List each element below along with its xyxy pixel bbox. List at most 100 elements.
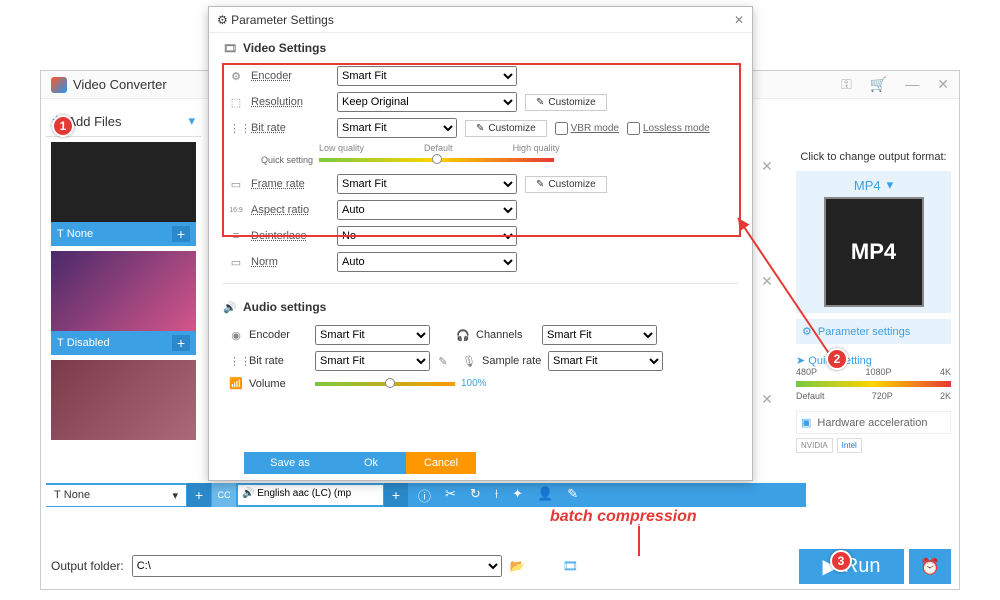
rotate-icon[interactable]: ↻ [470,486,481,505]
volume-label: Volume [249,378,309,390]
intel-badge: Intel [837,438,862,453]
volume-value: 100% [461,378,487,389]
right-panel: Click to change output format: MP4 ▾ MP4 … [796,151,951,453]
close-icon[interactable]: ✕ [937,76,949,93]
deinterlace-select[interactable]: No [337,226,517,246]
subtitle-select-2[interactable]: T Disabled+ [51,331,196,355]
cart-icon[interactable]: 🛒 [870,76,887,93]
bottom-toolbar: T None▾ + CC 🔊 English aac (LC) (mp + ⓘ … [46,483,806,507]
gear-icon: ⚙ [229,70,243,83]
key-icon[interactable]: ⚿ [841,76,852,93]
speaker-icon: 🔊 [223,301,237,314]
chip-icon: ▣ [801,416,811,429]
batch-compression-label: batch compression [550,508,697,526]
output-format-box[interactable]: MP4 ▾ MP4 [796,171,951,313]
samplerate-select[interactable]: Smart Fit [548,351,663,371]
framerate-label: Frame rate [251,178,329,190]
cancel-button[interactable]: Cancel [406,452,476,474]
quality-slider[interactable] [319,158,554,162]
format-label: MP4 [854,178,881,193]
lossless-checkbox[interactable]: Lossless mode [627,122,710,135]
remove-item-2[interactable]: ✕ [757,271,777,291]
open-folder-icon[interactable]: 📂 [510,559,525,573]
callout-2: 2 [826,348,848,370]
settings-icon: ⚙ [217,13,228,27]
callout-3: 3 [830,550,852,572]
chevron-down-icon[interactable]: ▾ [887,177,894,193]
hardware-accel-button[interactable]: ▣ Hardware acceleration [796,411,951,434]
ok-button[interactable]: Ok [336,452,406,474]
encoder-label: Encoder [251,70,329,82]
minimize-icon[interactable]: — [905,76,919,93]
norm-label: Norm [251,256,329,268]
encoder-select[interactable]: Smart Fit [337,66,517,86]
resolution-select[interactable]: Keep Original [337,92,517,112]
cut-icon[interactable]: ✂ [445,486,456,505]
channels-select[interactable]: Smart Fit [542,325,657,345]
aspect-select[interactable]: Auto [337,200,517,220]
audio-encoder-icon: ◉ [229,329,243,342]
parameter-settings-dialog: ⚙ Parameter Settings✕ 🎞Video Settings ⚙E… [208,6,753,481]
bitrate-icon: ⋮⋮ [229,122,243,135]
subtitle-select-1[interactable]: T None+ [51,222,196,246]
a-encoder-label: Encoder [249,329,309,341]
film-icon: 🎞 [223,42,237,55]
audio-track-select[interactable]: 🔊 English aac (LC) (mp [238,485,383,505]
aspect-label: Aspect ratio [251,204,329,216]
schedule-button[interactable]: ⏰ [909,549,951,584]
bitrate-select[interactable]: Smart Fit [337,118,457,138]
dialog-close-icon[interactable]: ✕ [734,13,744,27]
bitrate-customize-button[interactable]: ✎ Customize [465,120,547,137]
add-audio-btn[interactable]: + [384,483,408,507]
output-folder-row: Output folder: C:\ 📂 🎞 [51,555,578,577]
batch-icon[interactable]: 🎞 [563,559,578,573]
chevron-down-icon[interactable]: ▾ [188,113,195,129]
pencil-icon[interactable]: ✎ [436,355,450,368]
settings-icon: ⚙ [802,325,812,338]
info-icon[interactable]: ⓘ [418,486,431,505]
samplerate-label: Sample rate [482,355,542,367]
video-thumbnail-1[interactable] [51,142,196,222]
samplerate-icon: 🎙 [462,355,476,368]
add-subtitle-1[interactable]: + [172,226,190,242]
volume-slider[interactable] [315,382,455,386]
edit-icon[interactable]: ✎ [567,486,578,505]
parameter-settings-button[interactable]: ⚙ Parameter settings [796,319,951,344]
norm-select[interactable]: Auto [337,252,517,272]
add-subtitle-2[interactable]: + [172,335,190,351]
run-button[interactable]: ▶Run [799,549,904,584]
volume-icon: 📶 [229,377,243,390]
remove-item-1[interactable]: ✕ [757,156,777,176]
vbr-checkbox[interactable]: VBR mode [555,122,619,135]
output-folder-select[interactable]: C:\ [132,555,502,577]
framerate-customize-button[interactable]: ✎ Customize [525,176,607,193]
quick-setting-slider[interactable] [796,381,951,387]
framerate-icon: ▭ [229,178,243,191]
save-as-button[interactable]: Save as [244,452,336,474]
video-thumbnail-3[interactable] [51,360,196,440]
subtitle-select-3[interactable]: T None▾ [46,485,186,506]
video-settings-header: 🎞Video Settings [209,33,752,63]
video-thumbnail-2[interactable] [51,251,196,331]
add-subtitle-btn[interactable]: + [187,483,211,507]
quick-setting-label: Quick setting [239,155,313,165]
framerate-select[interactable]: Smart Fit [337,174,517,194]
norm-icon: ▭ [229,256,243,269]
watermark-icon[interactable]: 👤 [537,486,553,505]
deinterlace-icon: ≡ [229,230,243,242]
crop-icon[interactable]: ⟊ [495,486,498,505]
cc-button[interactable]: CC [212,483,236,507]
output-format-header: Click to change output format: [796,151,951,163]
a-bitrate-select[interactable]: Smart Fit [315,351,430,371]
resolution-customize-button[interactable]: ✎ Customize [525,94,607,111]
left-panel: + Add Files ▾ T None+ T Disabled+ [46,106,201,440]
a-encoder-select[interactable]: Smart Fit [315,325,430,345]
nvidia-badge: NVIDIA [796,438,833,453]
effects-icon[interactable]: ✦ [512,486,523,505]
app-logo-icon [51,77,67,93]
deinterlace-label: Deinterlace [251,230,329,242]
channels-icon: 🎧 [456,329,470,342]
aspect-icon: 16:9 [229,207,243,214]
remove-item-3[interactable]: ✕ [757,389,777,409]
format-thumbnail: MP4 [824,197,924,307]
